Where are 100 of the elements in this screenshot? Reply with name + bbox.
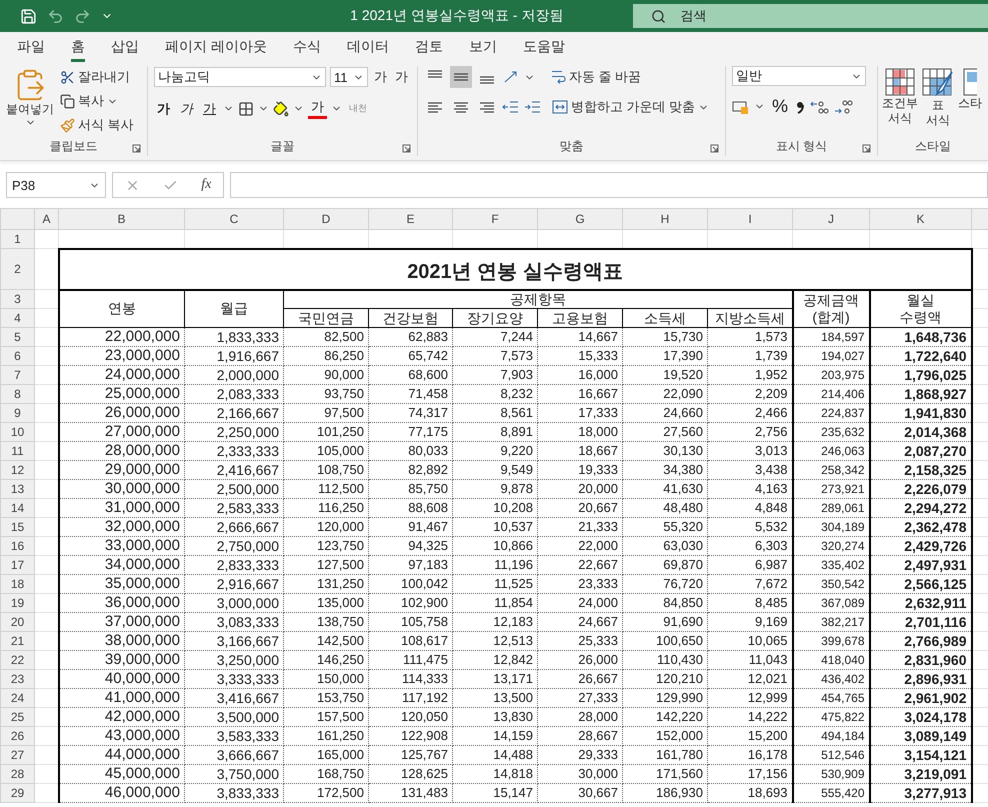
table-cell: 125,767 (368, 746, 452, 764)
font-color-button[interactable]: 가 (308, 98, 327, 119)
row-header[interactable]: 19 (0, 594, 34, 612)
number-format-dropdown[interactable]: 일반 (732, 66, 866, 86)
row-header[interactable]: 25 (0, 708, 34, 726)
save-icon[interactable] (20, 8, 37, 24)
increase-decimal-icon[interactable] (809, 98, 830, 114)
style-button[interactable]: 스타 (958, 66, 982, 136)
row-header[interactable]: 2 (0, 248, 34, 290)
row-header[interactable]: 15 (0, 518, 34, 536)
row-header[interactable]: 18 (0, 574, 34, 594)
bold-button[interactable]: 가 (154, 100, 173, 118)
font-size-dropdown[interactable]: 11 (330, 67, 368, 87)
column-header[interactable]: I (708, 208, 792, 230)
redo-icon[interactable] (74, 8, 91, 24)
ribbon-tab[interactable]: 수식 (282, 38, 331, 62)
table-cell: 22,090 (622, 384, 708, 404)
copy-button[interactable]: 복사 (58, 90, 136, 112)
currency-icon[interactable] (732, 98, 750, 114)
column-header[interactable]: K (870, 208, 972, 230)
column-header[interactable]: H (622, 208, 708, 230)
row-header[interactable]: 12 (0, 460, 34, 480)
column-header[interactable]: D (284, 208, 368, 230)
row-header[interactable]: 11 (0, 442, 34, 460)
shrink-font-button[interactable]: 가 (393, 66, 410, 88)
column-header[interactable]: G (538, 208, 622, 230)
column-header[interactable]: E (368, 208, 452, 230)
borders-icon[interactable] (238, 100, 254, 116)
increase-indent-icon[interactable] (524, 99, 542, 115)
row-header[interactable]: 14 (0, 498, 34, 518)
group-label: 표시 형식 (776, 138, 828, 154)
row-header[interactable]: 28 (0, 764, 34, 784)
column-header[interactable]: J (792, 208, 870, 230)
row-header[interactable]: 17 (0, 556, 34, 574)
ribbon-tab[interactable]: 홈 (61, 38, 95, 62)
row-header[interactable]: 27 (0, 746, 34, 764)
fill-color-icon[interactable] (273, 100, 289, 116)
ribbon-tab[interactable]: 도움말 (512, 38, 575, 62)
table-cell: 82,500 (284, 328, 368, 346)
search-icon (651, 8, 666, 24)
decrease-decimal-icon[interactable] (833, 98, 854, 114)
row-header[interactable]: 20 (0, 612, 34, 632)
table-cell: 128,625 (368, 764, 452, 784)
dialog-launcher-icon[interactable] (402, 144, 411, 153)
row-header[interactable]: 23 (0, 670, 34, 688)
row-header[interactable]: 5 (0, 328, 34, 346)
row-header[interactable]: 7 (0, 366, 34, 384)
row-header[interactable]: 29 (0, 784, 34, 802)
name-box[interactable]: P38 (6, 172, 106, 198)
row-header[interactable]: 3 (0, 290, 34, 308)
grow-font-button[interactable]: 가 (372, 66, 389, 88)
italic-button[interactable]: 가 (177, 100, 196, 118)
dialog-launcher-icon[interactable] (862, 144, 871, 153)
format-painter-button[interactable]: 서식 복사 (58, 114, 136, 136)
row-header[interactable]: 8 (0, 384, 34, 404)
column-header[interactable]: C (184, 208, 284, 230)
table-cell: 30,130 (622, 442, 708, 460)
table-cell: 25,333 (538, 632, 622, 650)
wrap-text-button[interactable]: 자동 줄 바꿈 (549, 66, 644, 88)
ribbon-tab[interactable]: 데이터 (336, 38, 399, 62)
search-field[interactable]: 검색 (633, 4, 988, 28)
ribbon-tab[interactable]: 보기 (458, 38, 507, 62)
column-header[interactable]: F (452, 208, 538, 230)
row-header[interactable]: 16 (0, 536, 34, 556)
table-cell: 110,430 (622, 650, 708, 670)
cell-style-icon (963, 68, 977, 96)
row-header[interactable]: 4 (0, 308, 34, 328)
vertical-align-button[interactable] (450, 66, 472, 88)
row-header[interactable]: 6 (0, 346, 34, 366)
row-header[interactable]: 9 (0, 404, 34, 422)
ribbon-tab[interactable]: 삽입 (101, 38, 149, 62)
cut-button[interactable]: 잘라내기 (58, 66, 136, 88)
underline-button[interactable]: 가 (200, 100, 219, 118)
dialog-launcher-icon[interactable] (132, 144, 141, 153)
decrease-indent-icon[interactable] (502, 99, 520, 115)
insert-function-button[interactable]: fx (201, 177, 212, 193)
ribbon-tab[interactable]: 페이지 레이아웃 (155, 38, 277, 62)
row-header[interactable]: 1 (0, 230, 34, 248)
paste-button[interactable]: 붙여넣기 (6, 66, 54, 136)
row-header[interactable]: 13 (0, 480, 34, 498)
row-header[interactable]: 10 (0, 422, 34, 442)
table-cell: 19,333 (538, 460, 622, 480)
merge-center-button[interactable]: 병합하고 가운데 맞춤 (550, 96, 712, 118)
style-button[interactable]: 표 서식 (922, 66, 954, 136)
ribbon-tab[interactable]: 파일 (7, 38, 55, 62)
column-header[interactable]: A (34, 208, 58, 230)
row-header[interactable]: 24 (0, 688, 34, 708)
percent-button[interactable]: % (769, 96, 792, 117)
row-header[interactable]: 22 (0, 650, 34, 670)
row-header[interactable]: 21 (0, 632, 34, 650)
formula-input[interactable] (230, 172, 988, 198)
column-header[interactable]: B (58, 208, 184, 230)
table-cell: 2,766,989 (870, 632, 972, 650)
dialog-launcher-icon[interactable] (710, 144, 719, 153)
row-header[interactable]: 26 (0, 726, 34, 746)
font-name-dropdown[interactable]: 나눔고딕 (154, 67, 326, 87)
table-cell: 68,600 (368, 366, 452, 384)
style-button[interactable]: 조건부 서식 (882, 66, 918, 136)
undo-icon[interactable] (47, 8, 64, 24)
ribbon-tab[interactable]: 검토 (404, 38, 453, 62)
